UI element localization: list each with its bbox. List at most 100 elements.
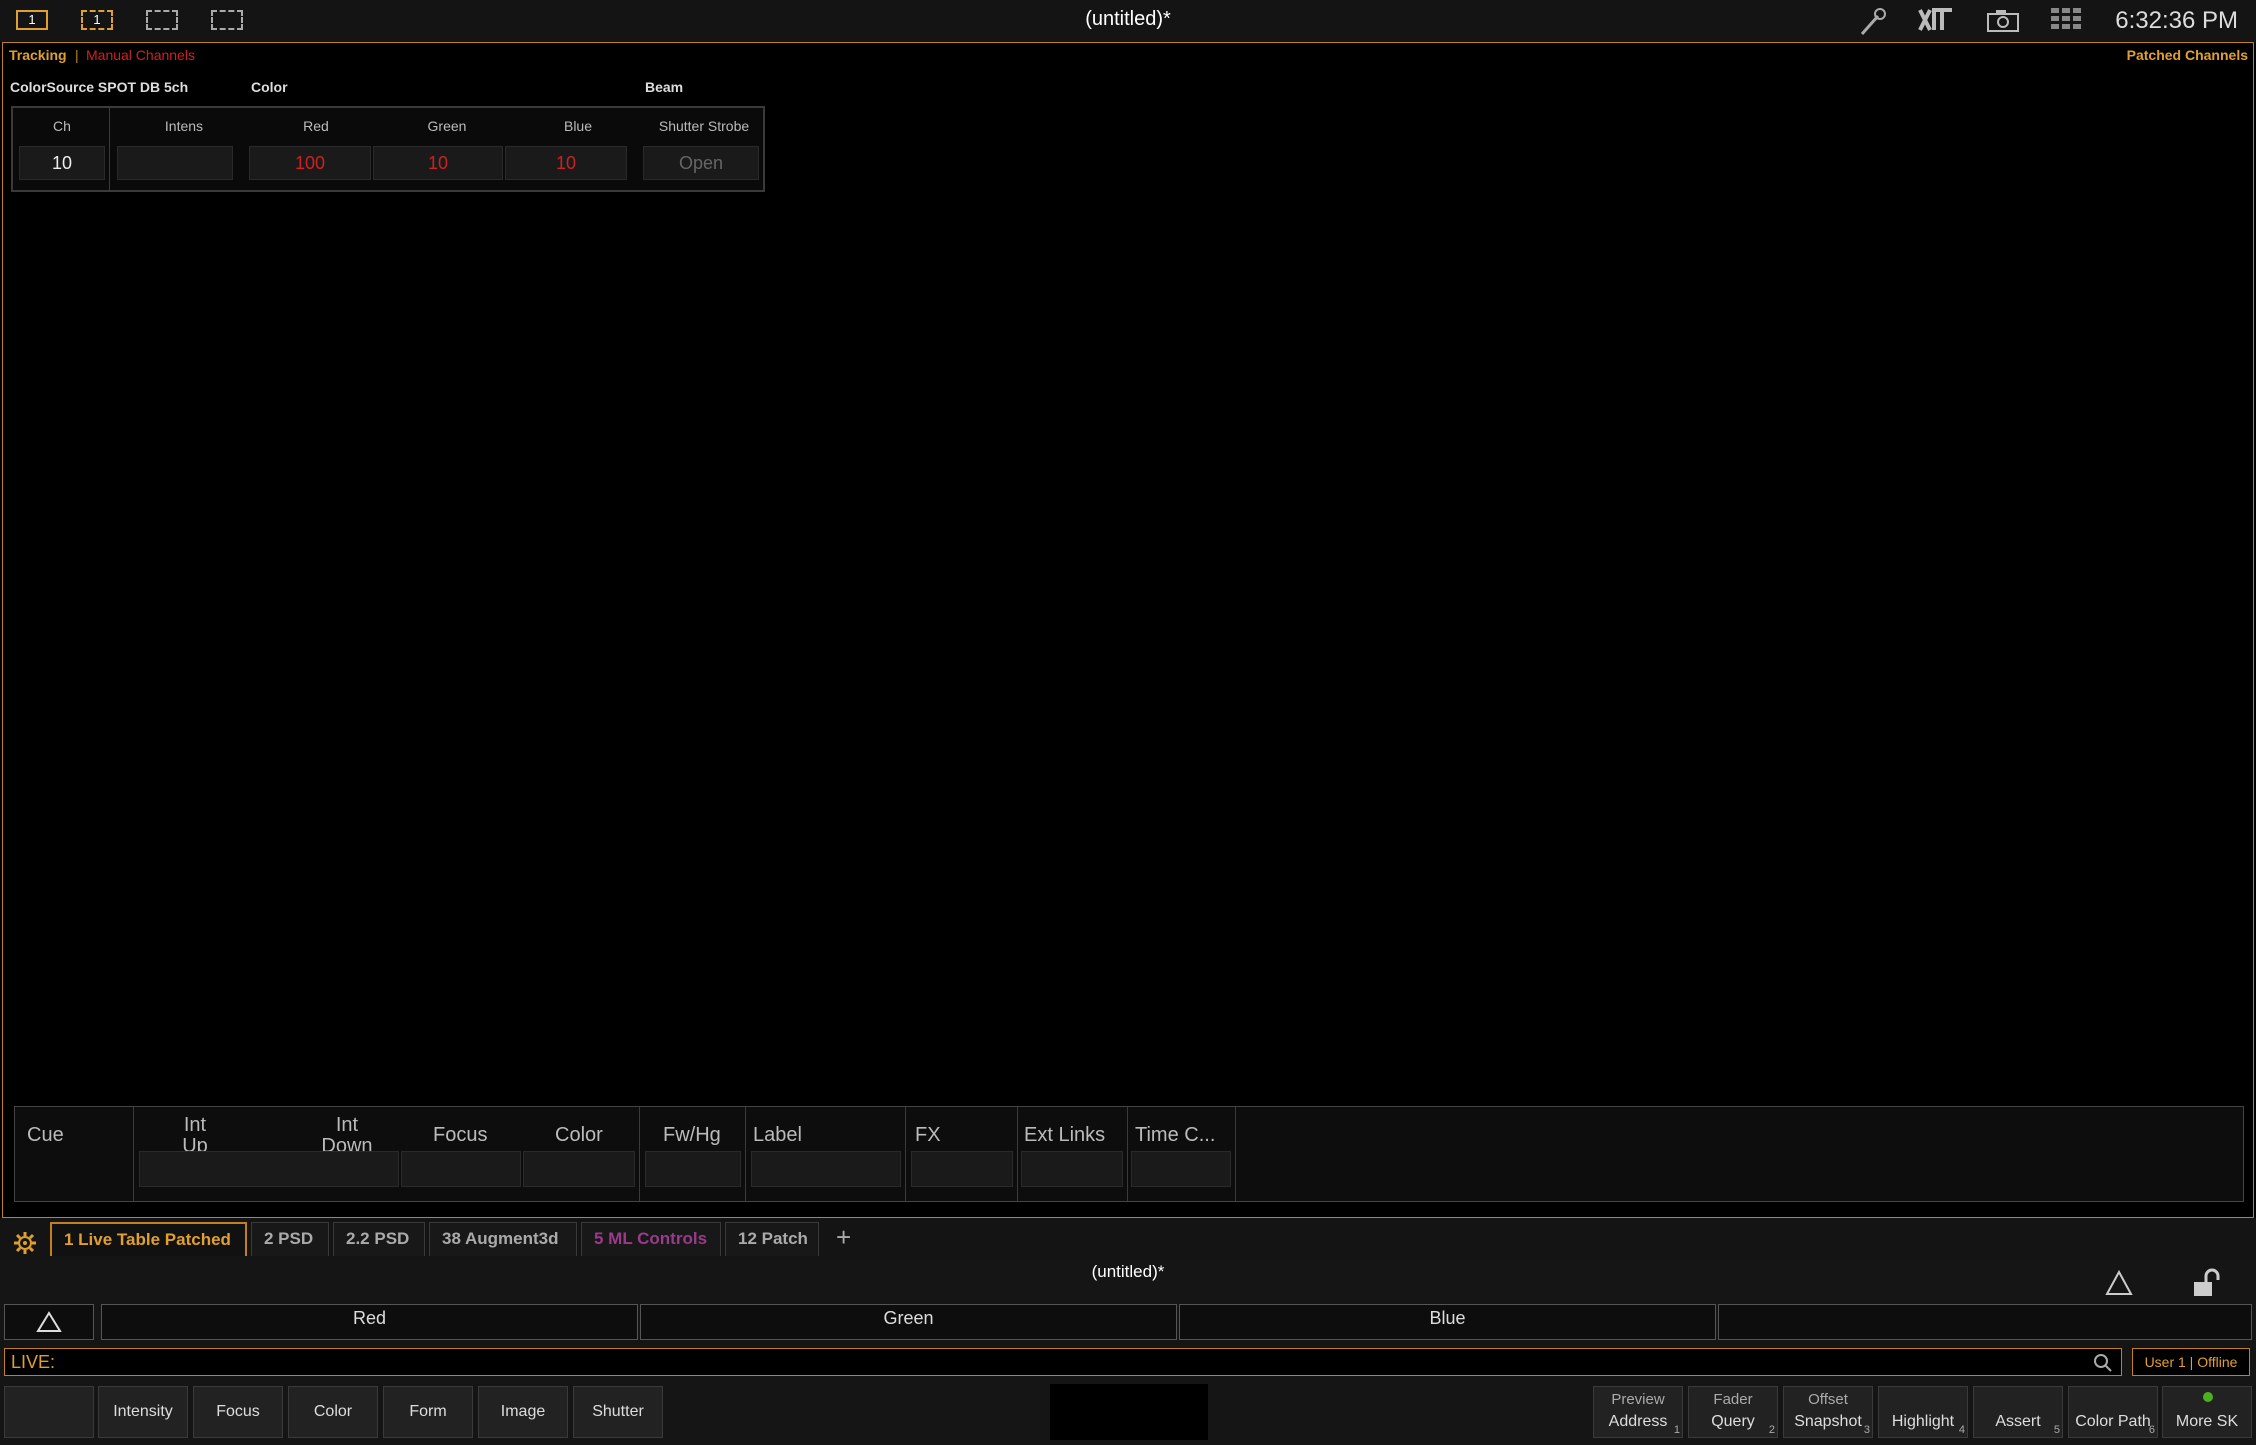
color-header: Color bbox=[555, 1124, 603, 1146]
param-intensity-label: Intensity bbox=[113, 1403, 173, 1420]
param-image-button[interactable]: Image bbox=[478, 1386, 568, 1438]
cell-green[interactable]: 10 bbox=[373, 146, 503, 180]
mode-manual-channels[interactable]: Manual Channels bbox=[86, 47, 195, 63]
softkey-query[interactable]: Fader Query 2 bbox=[1688, 1386, 1778, 1438]
col-shutter-strobe: Shutter Strobe bbox=[658, 118, 750, 134]
softkey-address-upper: Preview bbox=[1611, 1391, 1665, 1408]
ext-links-cell[interactable] bbox=[1021, 1151, 1123, 1187]
param-form-label: Form bbox=[409, 1403, 447, 1420]
center-display-area bbox=[1050, 1384, 1208, 1440]
param-form-button[interactable]: Form bbox=[383, 1386, 473, 1438]
tab-psd[interactable]: 2 PSD bbox=[251, 1222, 329, 1256]
patched-channels-label[interactable]: Patched Channels bbox=[2127, 47, 2248, 63]
gear-icon[interactable] bbox=[13, 1231, 37, 1255]
add-tab-button[interactable]: + bbox=[836, 1222, 851, 1253]
col-blue: Blue bbox=[563, 118, 593, 134]
cell-channel[interactable]: 10 bbox=[19, 146, 105, 180]
col-ch: Ch bbox=[53, 118, 71, 134]
tab-ml-controls[interactable]: 5 ML Controls bbox=[581, 1222, 721, 1256]
softkey-assert-num: 5 bbox=[2053, 1424, 2060, 1436]
top-bar: 1 1 (untitled)* 6:32:36 PM bbox=[0, 0, 2256, 42]
command-line[interactable]: LIVE: bbox=[4, 1348, 2122, 1376]
cell-intens[interactable] bbox=[117, 146, 233, 180]
cell-red[interactable]: 100 bbox=[249, 146, 371, 180]
label-cell[interactable] bbox=[751, 1151, 901, 1187]
softkey-query-num: 2 bbox=[1768, 1424, 1775, 1436]
color-cell[interactable] bbox=[523, 1151, 635, 1187]
show-title: (untitled)* bbox=[1091, 1262, 1165, 1281]
etc-logo-icon[interactable] bbox=[1918, 6, 1954, 34]
softkey-highlight[interactable]: Highlight 4 bbox=[1878, 1386, 1968, 1438]
softkey-snapshot-num: 3 bbox=[1863, 1424, 1870, 1436]
status-led-icon bbox=[2203, 1392, 2213, 1402]
camera-icon[interactable] bbox=[1986, 9, 2020, 33]
softkey-color-path-lower: Color Path bbox=[2075, 1413, 2151, 1430]
time-code-separator bbox=[1235, 1107, 1236, 1201]
col-intens: Intens bbox=[164, 118, 204, 134]
ext-links-separator bbox=[1127, 1107, 1128, 1201]
softkey-color-path-num: 6 bbox=[2148, 1424, 2155, 1436]
param-color-button[interactable]: Color bbox=[288, 1386, 378, 1438]
triangle-icon bbox=[36, 1311, 62, 1332]
cell-shutter[interactable]: Open bbox=[643, 146, 759, 180]
unlock-icon[interactable] bbox=[2192, 1268, 2220, 1298]
triangle-icon[interactable] bbox=[2105, 1270, 2133, 1296]
group-beam-label: Beam bbox=[645, 79, 684, 95]
encoder-page-button[interactable] bbox=[4, 1304, 94, 1340]
int-up-down-cell[interactable] bbox=[139, 1151, 399, 1187]
fixture-type-label: ColorSource SPOT DB 5ch bbox=[10, 79, 189, 95]
keyboard-icon[interactable] bbox=[2050, 7, 2082, 35]
softkey-highlight-lower: Highlight bbox=[1891, 1413, 1955, 1430]
softkey-query-lower: Query bbox=[1711, 1413, 1755, 1430]
cell-blue[interactable]: 10 bbox=[505, 146, 627, 180]
softkey-query-upper: Fader bbox=[1713, 1391, 1753, 1408]
param-shutter-label: Shutter bbox=[592, 1403, 644, 1420]
softkey-address[interactable]: Preview Address 1 bbox=[1593, 1386, 1683, 1438]
param-focus-label: Focus bbox=[216, 1403, 260, 1420]
clock: 6:32:36 PM bbox=[2115, 7, 2238, 34]
mode-tracking[interactable]: Tracking bbox=[9, 47, 67, 63]
param-image-label: Image bbox=[500, 1403, 546, 1420]
tab-live-table-patched[interactable]: 1 Live Table Patched bbox=[50, 1222, 247, 1256]
color-separator bbox=[639, 1107, 640, 1201]
cue-list-bar: Cue Int Up Int Down Focus Color Fw/Hg Labe… bbox=[14, 1106, 2244, 1202]
user-status[interactable]: User 1 | Offline bbox=[2132, 1348, 2250, 1376]
fwhg-separator bbox=[745, 1107, 746, 1201]
fwhg-header: Fw/Hg bbox=[663, 1124, 721, 1146]
encoder-red[interactable]: Red bbox=[101, 1304, 638, 1340]
param-blank-button[interactable] bbox=[4, 1386, 94, 1438]
encoder-green[interactable]: Green bbox=[640, 1304, 1177, 1340]
encoder-empty[interactable] bbox=[1718, 1304, 2252, 1340]
softkey-assert-lower: Assert bbox=[1995, 1413, 2041, 1430]
softkey-highlight-num: 4 bbox=[1958, 1424, 1965, 1436]
softkey-snapshot[interactable]: Offset Snapshot 3 bbox=[1783, 1386, 1873, 1438]
tab-augment3d[interactable]: 38 Augment3d bbox=[429, 1222, 577, 1256]
command-line-prompt: LIVE: bbox=[11, 1352, 56, 1372]
softkey-assert[interactable]: Assert 5 bbox=[1973, 1386, 2063, 1438]
time-code-cell[interactable] bbox=[1131, 1151, 1231, 1187]
tab-psd-2[interactable]: 2.2 PSD bbox=[333, 1222, 425, 1256]
softkey-more-sk-lower: More SK bbox=[2175, 1413, 2239, 1430]
label-separator bbox=[905, 1107, 906, 1201]
channel-table: Ch Intens Red Green Blue Shutter Strobe … bbox=[11, 106, 765, 192]
softkey-color-path[interactable]: Color Path 6 bbox=[2068, 1386, 2158, 1438]
softkey-more-sk[interactable]: More SK bbox=[2162, 1386, 2252, 1438]
col-red: Red bbox=[303, 118, 329, 134]
fx-header: FX bbox=[915, 1124, 941, 1146]
fx-cell[interactable] bbox=[911, 1151, 1013, 1187]
tab-patch[interactable]: 12 Patch bbox=[725, 1222, 819, 1256]
ch-divider bbox=[109, 108, 110, 190]
param-focus-button[interactable]: Focus bbox=[193, 1386, 283, 1438]
int-up-line-1: Int bbox=[183, 1114, 207, 1136]
label-header: Label bbox=[753, 1124, 802, 1146]
live-table-panel bbox=[2, 42, 2254, 1218]
param-intensity-button[interactable]: Intensity bbox=[98, 1386, 188, 1438]
magic-wand-icon[interactable] bbox=[1858, 6, 1886, 36]
param-color-label: Color bbox=[313, 1403, 353, 1420]
fwhg-cell[interactable] bbox=[645, 1151, 741, 1187]
focus-cell[interactable] bbox=[401, 1151, 521, 1187]
encoder-blue[interactable]: Blue bbox=[1179, 1304, 1716, 1340]
cue-separator bbox=[133, 1107, 134, 1201]
search-icon[interactable] bbox=[2093, 1353, 2113, 1373]
param-shutter-button[interactable]: Shutter bbox=[573, 1386, 663, 1438]
